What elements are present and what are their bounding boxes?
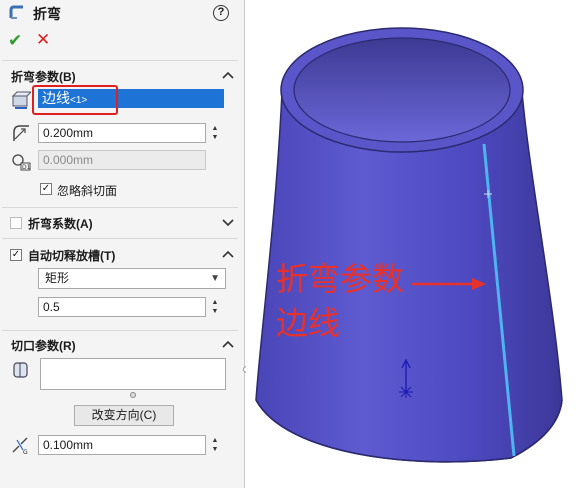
gap-stepper[interactable]: ▲ ▼ xyxy=(208,436,222,454)
chevron-down-icon[interactable] xyxy=(222,217,234,227)
relief-ratio-input[interactable]: 0.5 xyxy=(38,297,206,317)
bend-params-title[interactable]: 折弯参数(B) xyxy=(11,68,76,85)
divider xyxy=(2,60,238,61)
ok-button[interactable]: ✔ xyxy=(8,31,22,51)
chevron-down-icon: ▼ xyxy=(210,273,220,284)
chevron-up-icon[interactable] xyxy=(222,70,234,80)
svg-text:D1: D1 xyxy=(22,164,31,171)
cone-model[interactable] xyxy=(246,0,578,488)
ignore-bevel-checkbox[interactable]: ✓ xyxy=(40,183,52,195)
bend-allowance-checkbox[interactable] xyxy=(10,217,22,229)
auto-relief-checkbox[interactable]: ✓ xyxy=(10,249,22,261)
edge-highlight-outline xyxy=(32,85,118,115)
stepper-up-icon[interactable]: ▲ xyxy=(208,436,222,445)
chevron-up-icon[interactable] xyxy=(222,249,234,259)
sheet-metal-bend-icon xyxy=(9,5,23,19)
rip-params-title[interactable]: 切口参数(R) xyxy=(11,337,76,354)
panel-title: 折弯 xyxy=(33,6,61,22)
stepper-up-icon[interactable]: ▲ xyxy=(208,124,222,133)
auto-relief-title[interactable]: 自动切释放槽(T) xyxy=(28,247,115,264)
annotation-line2: 边线 xyxy=(276,304,341,342)
stepper-down-icon[interactable]: ▼ xyxy=(208,307,222,316)
rip-edges-list[interactable] xyxy=(40,358,226,390)
stepper-down-icon[interactable]: ▼ xyxy=(208,445,222,454)
edge-select-icon xyxy=(11,91,31,109)
rip-edge-icon xyxy=(13,362,28,378)
kfactor-input: 0.000mm xyxy=(38,150,206,170)
rip-gap-icon: G xyxy=(12,437,28,455)
thickness-icon: D1 xyxy=(12,154,31,171)
help-icon[interactable]: ? xyxy=(213,5,229,21)
stepper-down-icon[interactable]: ▼ xyxy=(208,133,222,142)
resize-handle[interactable] xyxy=(130,392,136,398)
cancel-button[interactable]: ✕ xyxy=(36,30,50,50)
bend-allowance-title[interactable]: 折弯系数(A) xyxy=(28,215,93,232)
ignore-bevel-label: 忽略斜切面 xyxy=(57,184,118,198)
stepper-up-icon[interactable]: ▲ xyxy=(208,298,222,307)
property-manager-panel: 折弯 ? ✔ ✕ 折弯参数(B) 边线<1> 0.200mm ▲ ▼ D1 0.… xyxy=(0,0,245,488)
relief-type-dropdown[interactable]: 矩形 ▼ xyxy=(38,268,226,289)
reverse-direction-button[interactable]: 改变方向(C) xyxy=(74,405,174,426)
bend-radius-input[interactable]: 0.200mm xyxy=(38,123,206,143)
graphics-viewport[interactable]: 折弯参数 边线 xyxy=(246,0,578,488)
svg-text:G: G xyxy=(23,449,28,455)
relief-type-value: 矩形 xyxy=(45,271,70,285)
panel-header: 折弯 ? xyxy=(0,0,245,26)
chevron-up-icon[interactable] xyxy=(222,339,234,349)
ratio-stepper[interactable]: ▲ ▼ xyxy=(208,298,222,316)
divider xyxy=(2,330,238,331)
bend-radius-icon xyxy=(13,125,29,141)
divider xyxy=(2,207,238,208)
rip-gap-input[interactable]: 0.100mm xyxy=(38,435,206,455)
divider xyxy=(2,238,238,239)
radius-stepper[interactable]: ▲ ▼ xyxy=(208,124,222,142)
annotation-line1: 折弯参数 xyxy=(276,260,405,298)
